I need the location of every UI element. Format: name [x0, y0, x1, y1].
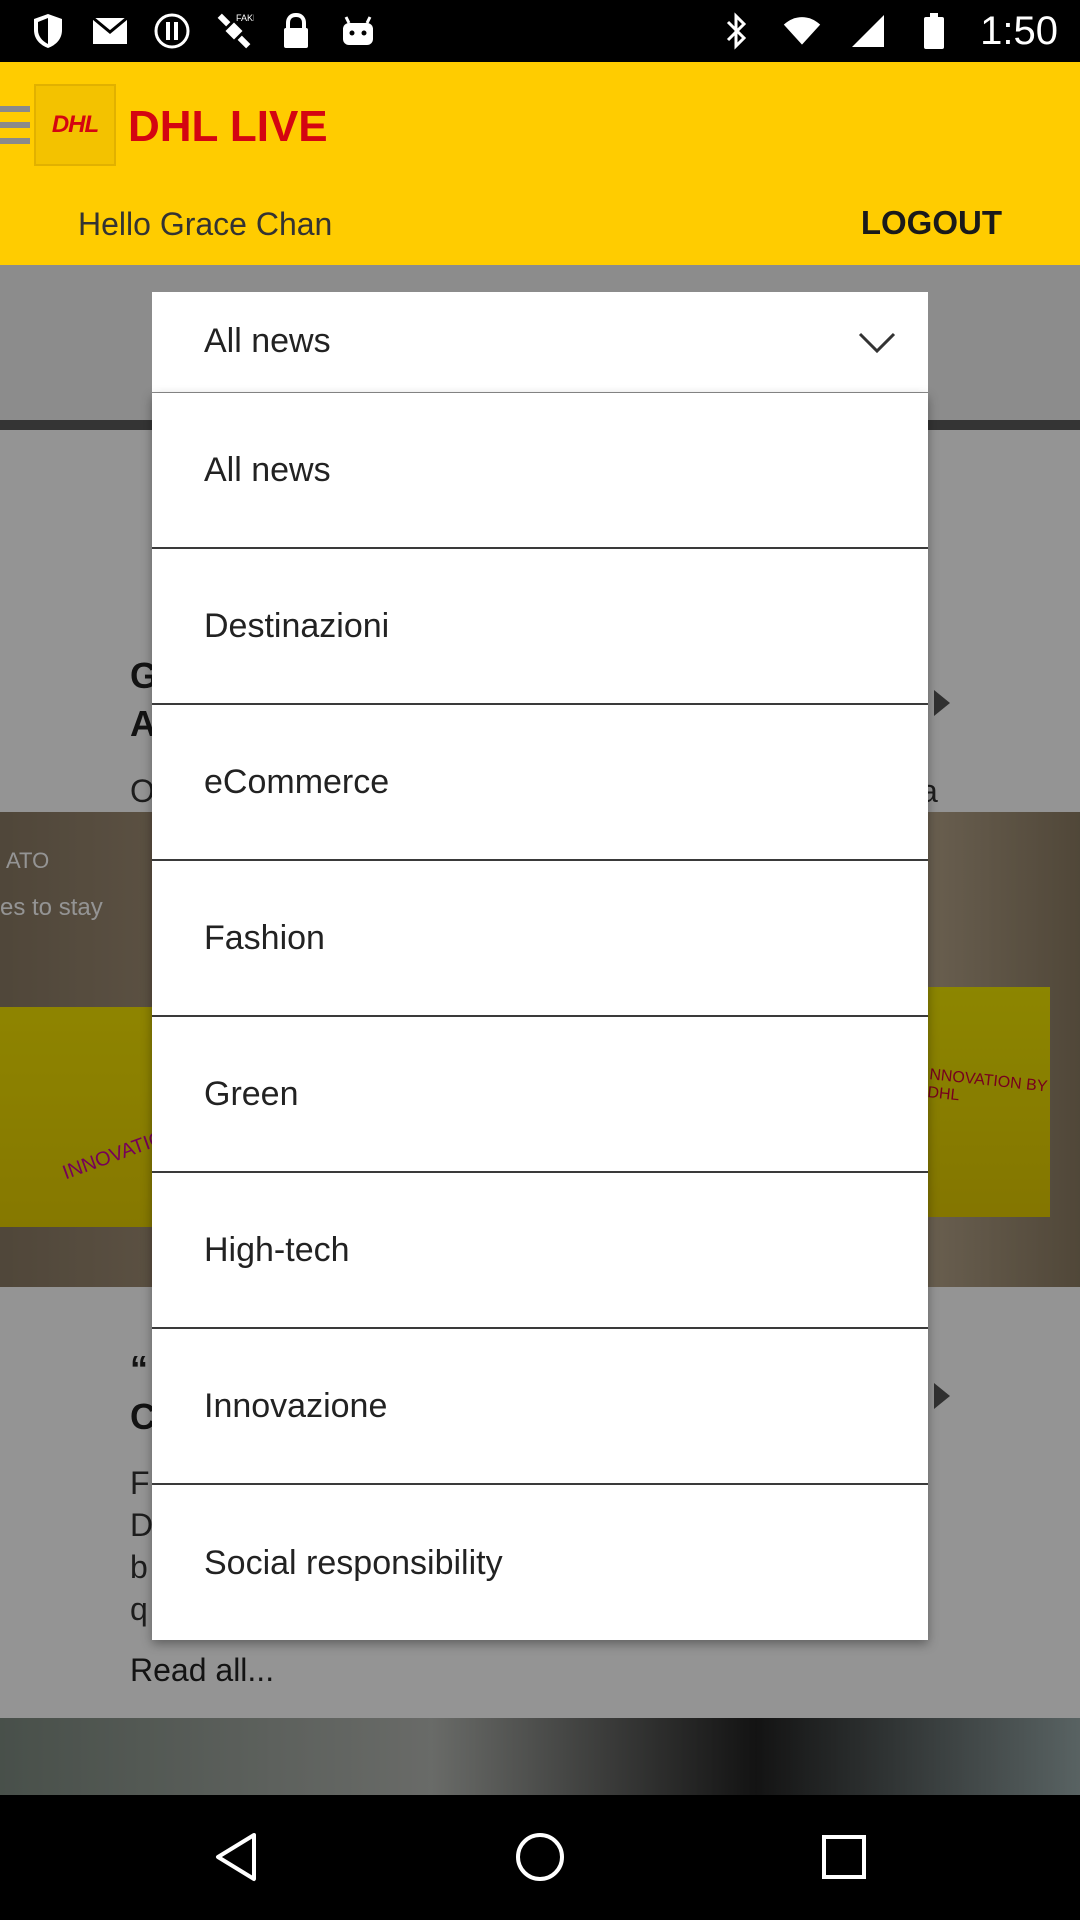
android-icon — [338, 11, 378, 51]
wifi-icon — [782, 11, 822, 51]
fake-gps-icon: FAKE — [214, 11, 254, 51]
dhl-logo: DHL — [34, 84, 116, 166]
category-dropdown-menu: All news Destinazioni eCommerce Fashion … — [152, 393, 928, 1640]
alert-icon — [152, 11, 192, 51]
menu-item-high-tech[interactable]: High-tech — [152, 1173, 928, 1329]
news-category-select[interactable]: All news — [152, 292, 928, 392]
battery-icon — [914, 11, 954, 51]
chevron-down-icon — [858, 332, 896, 354]
menu-item-destinazioni[interactable]: Destinazioni — [152, 549, 928, 705]
logout-button[interactable]: LOGOUT — [861, 204, 1002, 242]
back-icon[interactable] — [208, 1829, 264, 1885]
system-nav-bar — [0, 1795, 1080, 1920]
clock-time: 1:50 — [980, 8, 1058, 53]
menu-item-ecommerce[interactable]: eCommerce — [152, 705, 928, 861]
greeting-text: Hello Grace Chan — [78, 206, 333, 242]
menu-item-social-responsibility[interactable]: Social responsibility — [152, 1485, 928, 1641]
signal-icon — [848, 11, 888, 51]
shield-icon — [28, 11, 68, 51]
email-icon — [90, 11, 130, 51]
selected-category: All news — [204, 322, 331, 360]
logo-text: DHL — [51, 111, 99, 138]
status-bar: FAKE 1:50 — [0, 0, 1080, 62]
home-icon[interactable] — [512, 1829, 568, 1885]
svg-text:FAKE: FAKE — [236, 13, 254, 23]
bluetooth-icon — [716, 11, 756, 51]
menu-item-green[interactable]: Green — [152, 1017, 928, 1173]
menu-item-innovazione[interactable]: Innovazione — [152, 1329, 928, 1485]
app-title: DHL LIVE — [128, 102, 328, 151]
recents-icon[interactable] — [816, 1829, 872, 1885]
menu-item-all-news[interactable]: All news — [152, 393, 928, 549]
lock-icon — [276, 11, 316, 51]
hamburger-menu-icon[interactable] — [0, 106, 30, 144]
menu-item-fashion[interactable]: Fashion — [152, 861, 928, 1017]
app-header: DHL DHL LIVE Hello Grace Chan LOGOUT — [0, 62, 1080, 265]
